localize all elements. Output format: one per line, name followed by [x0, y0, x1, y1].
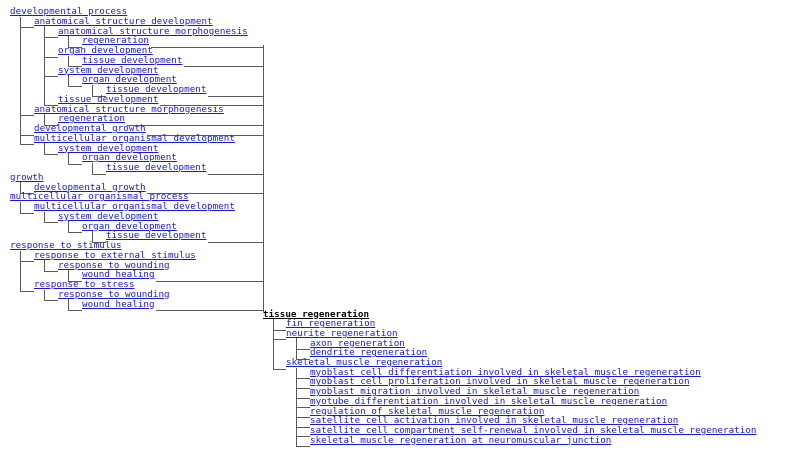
tree-connector [296, 367, 297, 447]
tree-connector [44, 76, 58, 77]
tree-connector [44, 300, 58, 302]
tree-connector [296, 338, 297, 359]
tree-connector [44, 37, 58, 38]
tree-connector [20, 201, 21, 213]
tree-connector [20, 261, 34, 263]
tree-connector [296, 387, 310, 389]
tree-connector [68, 75, 69, 86]
tree-connector [263, 45, 264, 312]
tree-node-ancestor[interactable]: tissue development [106, 163, 206, 173]
tree-connector [68, 85, 82, 87]
tree-connector [92, 162, 93, 174]
tree-connector [273, 368, 286, 370]
tree-connector [44, 289, 45, 301]
tree-connector [296, 436, 310, 438]
tree-connector [20, 250, 21, 291]
tree-connector [20, 290, 34, 292]
tree-connector [44, 260, 45, 271]
tree-connector [44, 271, 58, 272]
go-term-hierarchy-tree: developmental process anatomical structur… [0, 0, 800, 453]
tree-connector [68, 153, 69, 164]
tree-node-descendant[interactable]: skeletal muscle regeneration at neuromus… [310, 435, 611, 446]
tree-connector [156, 310, 263, 311]
tree-connector [273, 329, 286, 331]
tree-connector [92, 173, 106, 175]
tree-connector [44, 143, 45, 154]
tree-connector [207, 241, 263, 243]
tree-connector [20, 16, 21, 145]
tree-connector [44, 26, 45, 106]
tree-connector [44, 222, 58, 224]
tree-connector [296, 446, 310, 448]
tree-node-ancestor[interactable]: wound healing [82, 299, 155, 310]
tree-connector [150, 46, 263, 48]
tree-connector [296, 397, 310, 399]
tree-connector [156, 280, 263, 282]
tree-connector [20, 115, 34, 116]
tree-connector [20, 212, 34, 214]
tree-connector [44, 211, 45, 223]
tree-connector [20, 144, 34, 146]
tree-connector [68, 299, 69, 310]
tree-connector [273, 339, 286, 341]
tree-connector [68, 221, 69, 232]
tree-connector [68, 163, 82, 165]
tree-connector [273, 319, 274, 369]
tree-connector [207, 173, 263, 175]
tree-connector [207, 95, 263, 97]
tree-connector [296, 417, 310, 418]
tree-connector [20, 134, 34, 136]
tree-connector [296, 407, 310, 409]
tree-connector [296, 378, 310, 380]
tree-connector [296, 349, 310, 351]
tree-connector [68, 310, 82, 311]
tree-connector [68, 232, 82, 233]
tree-connector [20, 27, 34, 29]
tree-connector [126, 124, 263, 126]
tree-connector [44, 154, 58, 155]
tree-connector [183, 66, 263, 68]
tree-connector [296, 426, 310, 428]
tree-connector [44, 56, 58, 58]
